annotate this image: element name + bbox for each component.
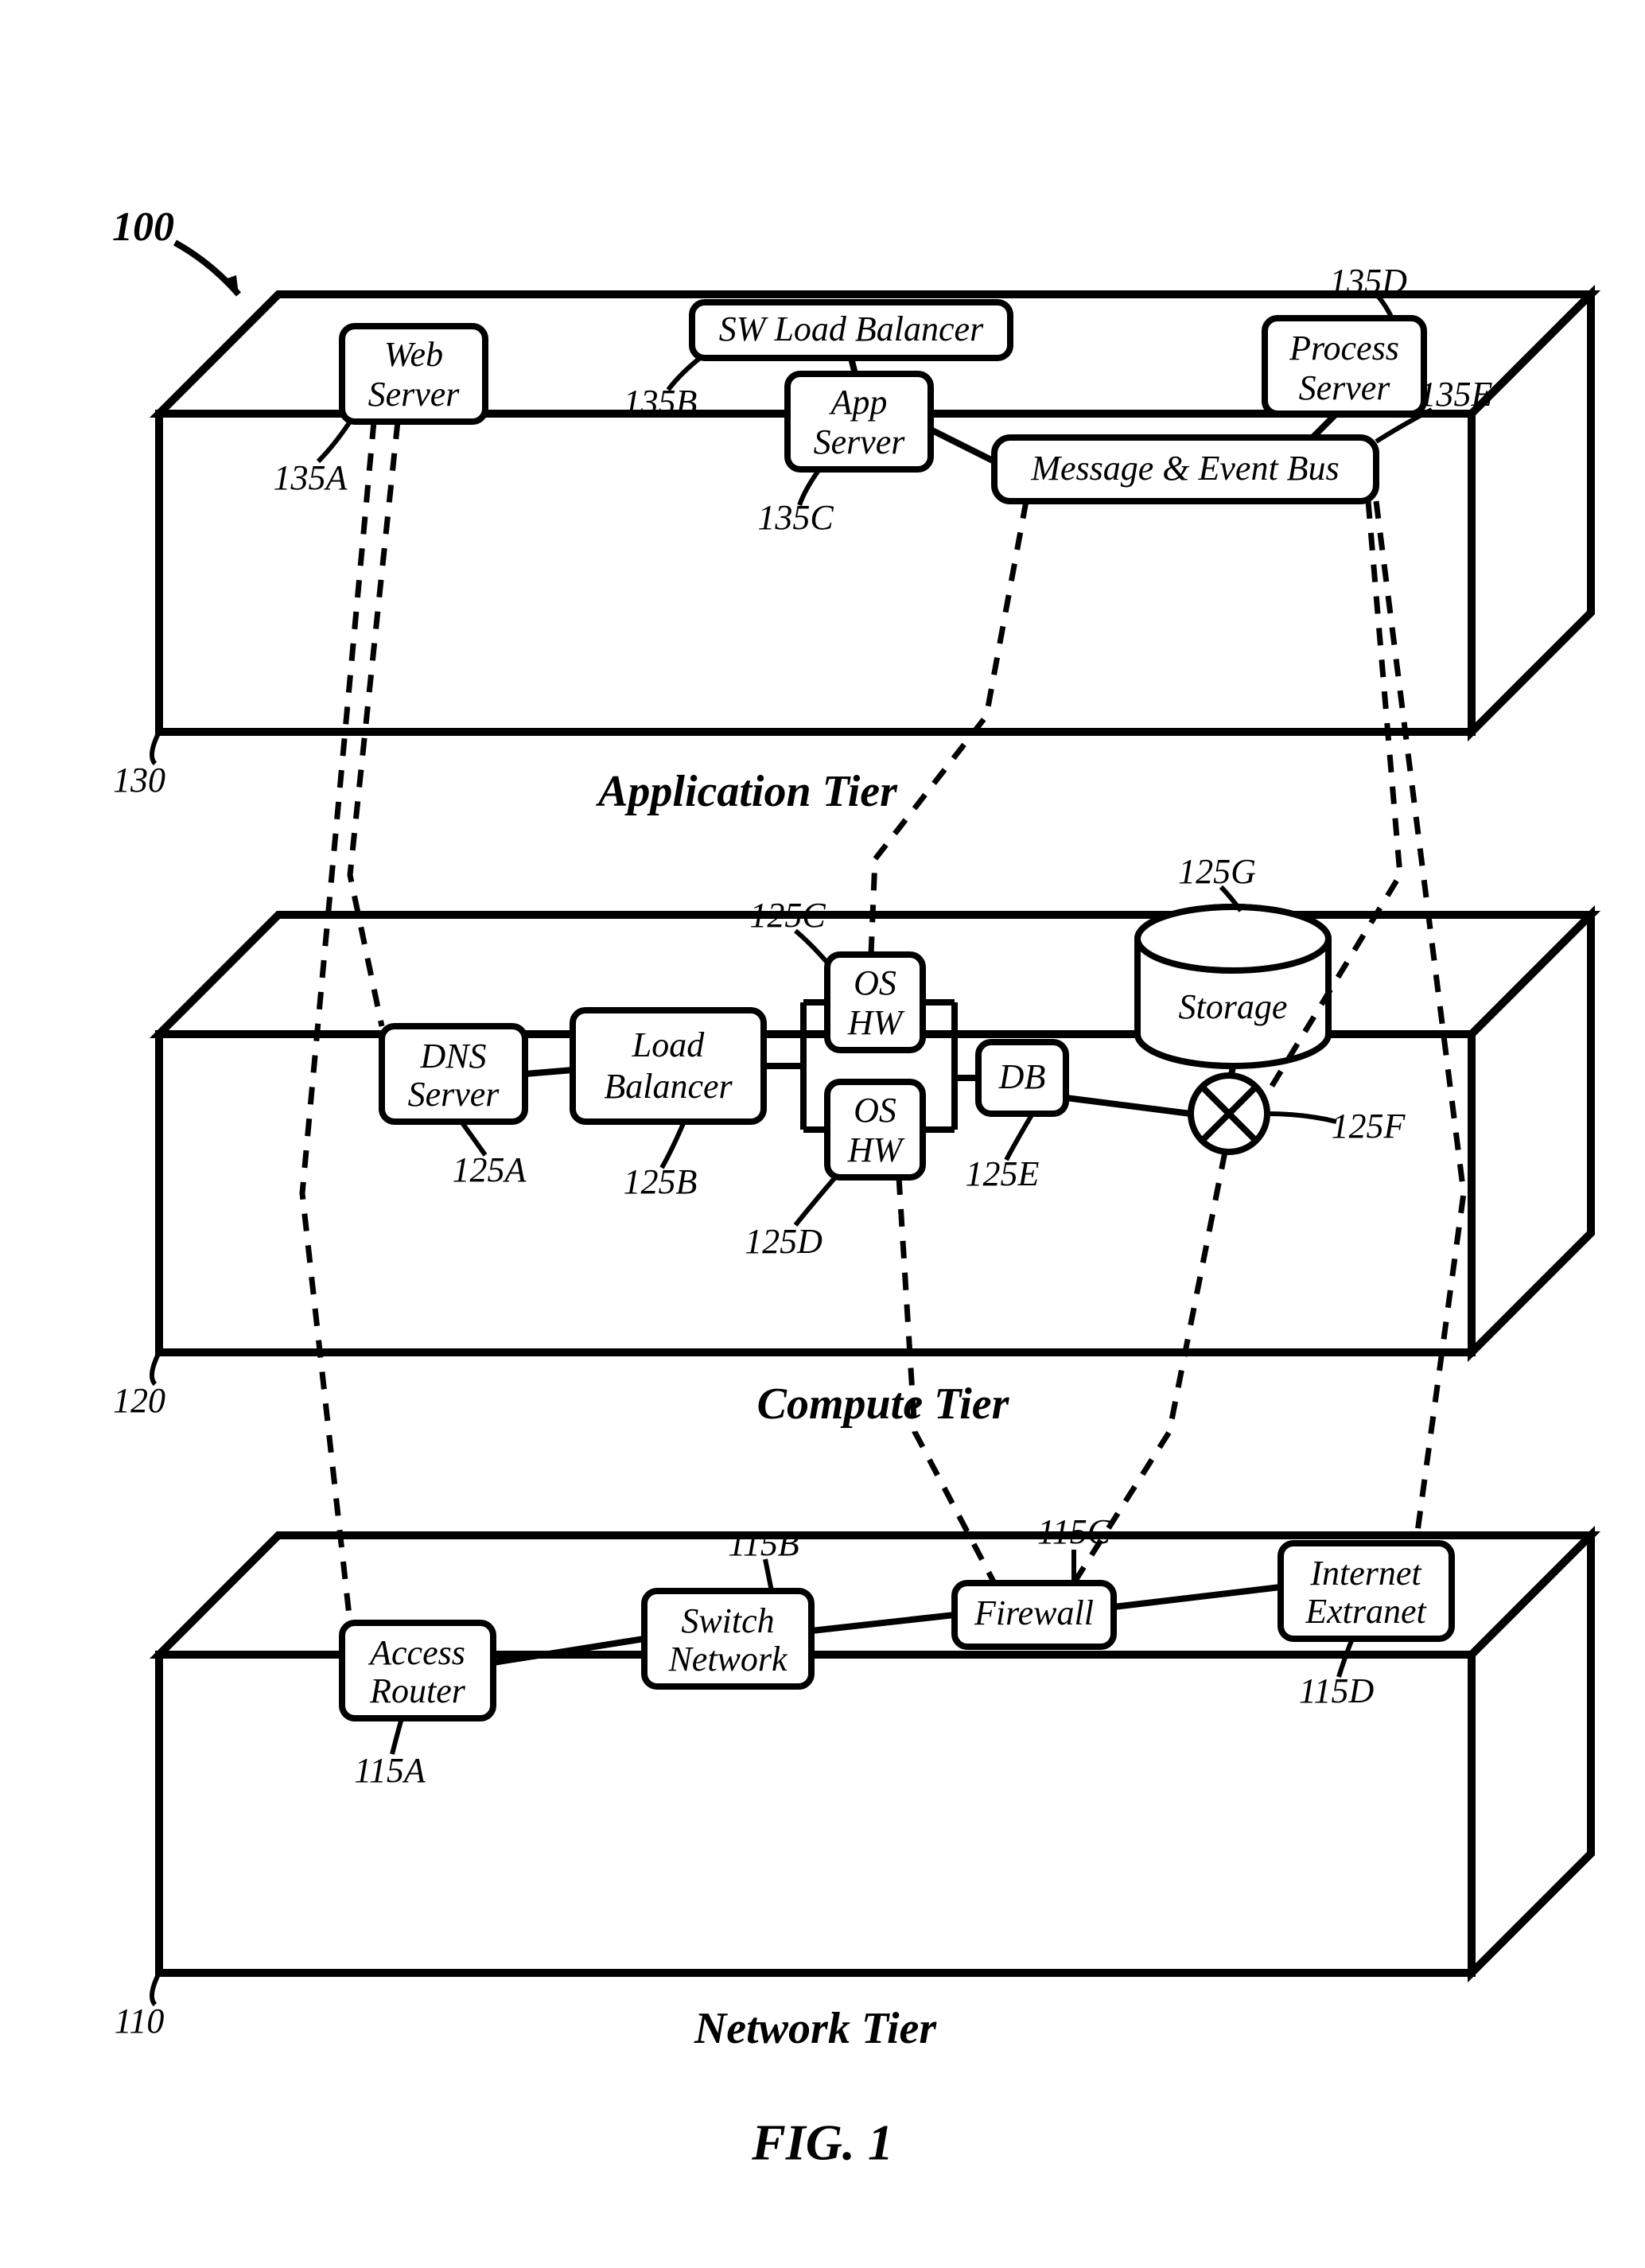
network-tier-title: Network Tier (694, 2004, 938, 2053)
message-event-bus-box: Message & Event Bus (994, 438, 1376, 501)
overall-ref: 100 (112, 204, 174, 250)
svg-text:Firewall: Firewall (974, 1593, 1094, 1632)
svg-text:Router: Router (369, 1671, 466, 1710)
svg-text:Balancer: Balancer (604, 1067, 733, 1106)
svg-text:App: App (829, 383, 888, 422)
svg-text:OS: OS (854, 963, 896, 1002)
svg-text:SW Load Balancer: SW Load Balancer (719, 309, 984, 348)
sw-load-balancer-box: SW Load Balancer (692, 302, 1010, 358)
firewall-box: Firewall (955, 1583, 1114, 1647)
ref-125D: 125D (745, 1222, 822, 1261)
ref-125A: 125A (453, 1150, 527, 1189)
ref-115D: 115D (1299, 1671, 1375, 1710)
svg-text:Server: Server (1299, 368, 1391, 407)
slab-ref-120: 120 (113, 1381, 165, 1420)
os-hw-bottom-box: OS HW (827, 1082, 923, 1177)
svg-text:Process: Process (1289, 329, 1399, 368)
svg-text:OS: OS (854, 1091, 896, 1130)
svg-text:DNS: DNS (419, 1037, 486, 1076)
web-server-box: Web Server (342, 326, 485, 422)
internet-extranet-box: Internet Extranet (1281, 1543, 1452, 1639)
svg-text:Message & Event Bus: Message & Event Bus (1030, 449, 1339, 488)
svg-text:HW: HW (847, 1130, 905, 1169)
ref-135E: 135E (1419, 375, 1493, 414)
ref-125C: 125C (749, 896, 826, 935)
svg-text:Load: Load (632, 1025, 705, 1064)
switch-symbol (1191, 1076, 1267, 1152)
compute-tier-title: Compute Tier (757, 1379, 1010, 1429)
svg-text:Server: Server (408, 1075, 500, 1114)
slab-ref-110: 110 (115, 2002, 165, 2040)
svg-text:Access: Access (368, 1633, 465, 1672)
svg-text:HW: HW (847, 1003, 905, 1042)
ref-135A: 135A (274, 458, 348, 497)
ref-135D: 135D (1329, 262, 1407, 301)
svg-text:Switch: Switch (681, 1601, 774, 1640)
os-hw-top-box: OS HW (827, 955, 923, 1050)
ref-125G: 125G (1178, 852, 1256, 891)
dns-server-box: DNS Server (382, 1026, 525, 1122)
svg-text:Web: Web (384, 335, 443, 374)
ref-125B: 125B (624, 1162, 698, 1201)
figure-caption: FIG. 1 (751, 2114, 893, 2171)
storage-cylinder: Storage (1138, 907, 1328, 1066)
app-server-box: App Server (788, 374, 931, 469)
access-router-box: Access Router (342, 1623, 493, 1718)
ref-135B: 135B (624, 383, 698, 422)
svg-text:Network: Network (667, 1640, 788, 1679)
ref-115A: 115A (354, 1751, 426, 1790)
svg-text:Internet: Internet (1309, 1554, 1422, 1593)
process-server-box: Process Server (1265, 318, 1424, 414)
load-balancer-box: Load Balancer (573, 1010, 764, 1122)
application-tier-title: Application Tier (596, 767, 898, 816)
svg-text:Server: Server (368, 375, 461, 414)
ref-125F: 125F (1332, 1107, 1406, 1146)
switch-network-box: Switch Network (644, 1591, 811, 1686)
ref-115B: 115B (728, 1524, 799, 1563)
ref-125E: 125E (966, 1154, 1040, 1193)
db-box: DB (978, 1042, 1066, 1114)
svg-text:Server: Server (814, 422, 906, 461)
svg-text:Extranet: Extranet (1305, 1592, 1427, 1631)
svg-text:DB: DB (998, 1057, 1046, 1096)
ref-135C: 135C (757, 498, 834, 537)
slab-ref-130: 130 (113, 761, 165, 799)
svg-text:Storage: Storage (1179, 987, 1288, 1026)
